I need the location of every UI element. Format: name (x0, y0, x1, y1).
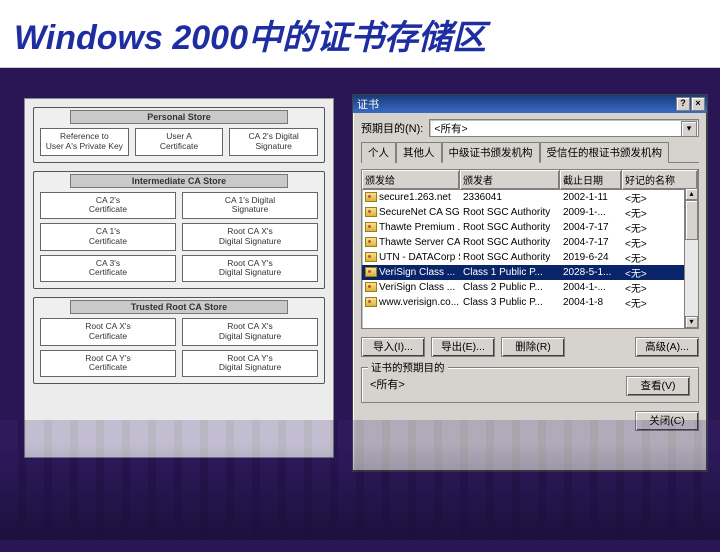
titlebar: 证书 ? × (353, 95, 707, 113)
table-row[interactable]: Thawte Premium ...Root SGC Authority2004… (362, 220, 698, 235)
tab-1[interactable]: 其他人 (396, 142, 442, 163)
remove-button[interactable]: 删除(R) (501, 337, 565, 357)
col-issued-to[interactable]: 颁发给 (362, 170, 460, 189)
export-button[interactable]: 导出(E)... (431, 337, 495, 357)
help-icon[interactable]: ? (676, 97, 690, 111)
store-cell: Root CA Y's Digital Signature (182, 350, 318, 378)
certificate-icon (365, 297, 377, 307)
certificate-list[interactable]: 颁发给 颁发者 截止日期 好记的名称 secure1.263.net233604… (361, 169, 699, 329)
table-row[interactable]: VeriSign Class ...Class 1 Public P...202… (362, 265, 698, 280)
store-cell: Root CA Y's Digital Signature (182, 255, 318, 283)
purpose-group: 证书的预期目的 <所有> 查看(V) (361, 367, 699, 403)
view-button[interactable]: 查看(V) (626, 376, 690, 396)
table-row[interactable]: Thawte Server CARoot SGC Authority2004-7… (362, 235, 698, 250)
tab-3[interactable]: 受信任的根证书颁发机构 (540, 142, 670, 163)
col-issued-by[interactable]: 颁发者 (460, 170, 560, 189)
store-cell: Root CA X's Digital Signature (182, 223, 318, 251)
purpose-label: 预期目的(N): (361, 120, 423, 136)
store-diagram: Personal Store Reference to User A's Priv… (24, 98, 334, 458)
store-cell: Root CA X's Certificate (40, 318, 176, 346)
page-title: Windows 2000中的证书存储区 (0, 0, 720, 68)
store-cell: CA 1's Digital Signature (182, 192, 318, 220)
certificate-icon (365, 207, 377, 217)
table-row[interactable]: www.verisign.co...Class 3 Public P...200… (362, 295, 698, 310)
store-cell: CA 2's Digital Signature (229, 128, 318, 156)
store-cell: CA 2's Certificate (40, 192, 176, 220)
scroll-up-icon[interactable]: ▴ (685, 188, 698, 200)
store-row: CA 3's CertificateRoot CA Y's Digital Si… (40, 255, 318, 283)
store-cell: Root CA X's Digital Signature (182, 318, 318, 346)
dialog-title: 证书 (357, 96, 379, 112)
certificate-icon (365, 267, 377, 277)
certificate-icon (365, 252, 377, 262)
store-row: Root CA X's CertificateRoot CA X's Digit… (40, 318, 318, 346)
certificates-dialog: 证书 ? × 预期目的(N): <所有> 个人其他人中级证书颁发机构受信任的根证… (352, 94, 708, 472)
scrollbar[interactable]: ▴ ▾ (684, 188, 698, 328)
store-box: Intermediate CA StoreCA 2's CertificateC… (33, 171, 325, 290)
store-row: Root CA Y's CertificateRoot CA Y's Digit… (40, 350, 318, 378)
table-row[interactable]: VeriSign Class ...Class 2 Public P...200… (362, 280, 698, 295)
store-row: CA 1's CertificateRoot CA X's Digital Si… (40, 223, 318, 251)
scroll-thumb[interactable] (685, 200, 698, 240)
purpose-value: <所有> (434, 121, 467, 136)
store-box: Personal Store Reference to User A's Priv… (33, 107, 325, 163)
store-cell: Root CA Y's Certificate (40, 350, 176, 378)
store-row: CA 2's CertificateCA 1's Digital Signatu… (40, 192, 318, 220)
certificate-icon (365, 282, 377, 292)
background-decoration (0, 420, 720, 540)
col-expiry[interactable]: 截止日期 (560, 170, 622, 189)
store-cell: Reference to User A's Private Key (40, 128, 129, 156)
certificate-icon (365, 222, 377, 232)
store-title: Personal Store (70, 110, 288, 124)
store-cell: CA 3's Certificate (40, 255, 176, 283)
advanced-button[interactable]: 高级(A)... (635, 337, 699, 357)
store-row: Reference to User A's Private KeyUser A … (40, 128, 318, 156)
store-cell: CA 1's Certificate (40, 223, 176, 251)
import-button[interactable]: 导入(I)... (361, 337, 425, 357)
close-icon[interactable]: × (691, 97, 705, 111)
store-title: Trusted Root CA Store (70, 300, 288, 314)
scroll-down-icon[interactable]: ▾ (685, 316, 698, 328)
table-row[interactable]: SecureNet CA SG...Root SGC Authority2009… (362, 205, 698, 220)
col-friendly[interactable]: 好记的名称 (622, 170, 698, 189)
table-row[interactable]: UTN - DATACorp SGCRoot SGC Authority2019… (362, 250, 698, 265)
store-cell: User A Certificate (135, 128, 224, 156)
tab-2[interactable]: 中级证书颁发机构 (442, 142, 540, 163)
certificate-icon (365, 237, 377, 247)
certificate-icon (365, 192, 377, 202)
tab-0[interactable]: 个人 (361, 142, 396, 163)
store-title: Intermediate CA Store (70, 174, 288, 188)
purpose-dropdown[interactable]: <所有> (429, 119, 699, 137)
store-box: Trusted Root CA Store Root CA X's Certifi… (33, 297, 325, 384)
list-header: 颁发给 颁发者 截止日期 好记的名称 (362, 170, 698, 190)
table-row[interactable]: secure1.263.net23360412002-1-11<无> (362, 190, 698, 205)
tabstrip: 个人其他人中级证书颁发机构受信任的根证书颁发机构 (361, 141, 699, 163)
purpose-group-legend: 证书的预期目的 (368, 360, 448, 375)
